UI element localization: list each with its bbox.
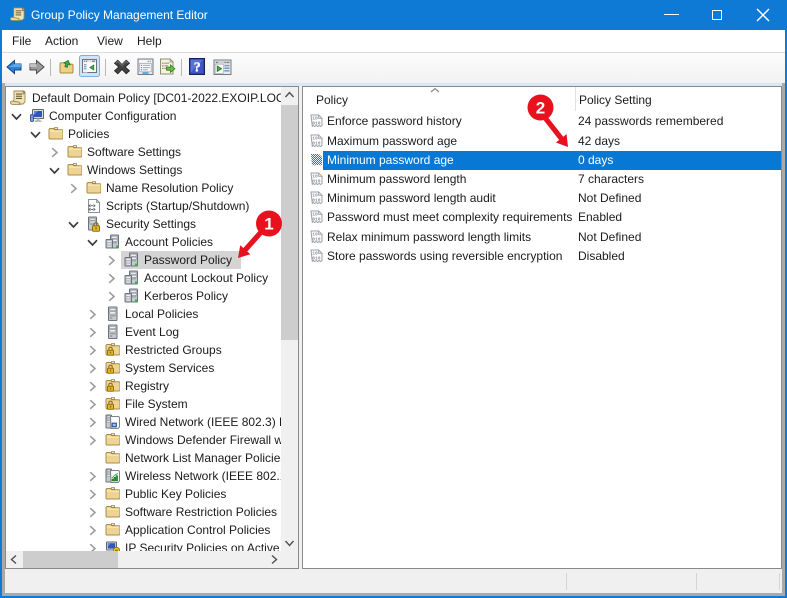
svg-text:?: ? [194,60,201,75]
svg-text:010: 010 [312,178,321,184]
svg-text:010: 010 [312,217,321,223]
svg-text:010: 010 [312,140,321,146]
svg-text:010: 010 [312,255,321,261]
svg-text:010: 010 [312,236,321,242]
svg-text:010: 010 [312,198,321,204]
svg-text:010: 010 [312,121,321,127]
